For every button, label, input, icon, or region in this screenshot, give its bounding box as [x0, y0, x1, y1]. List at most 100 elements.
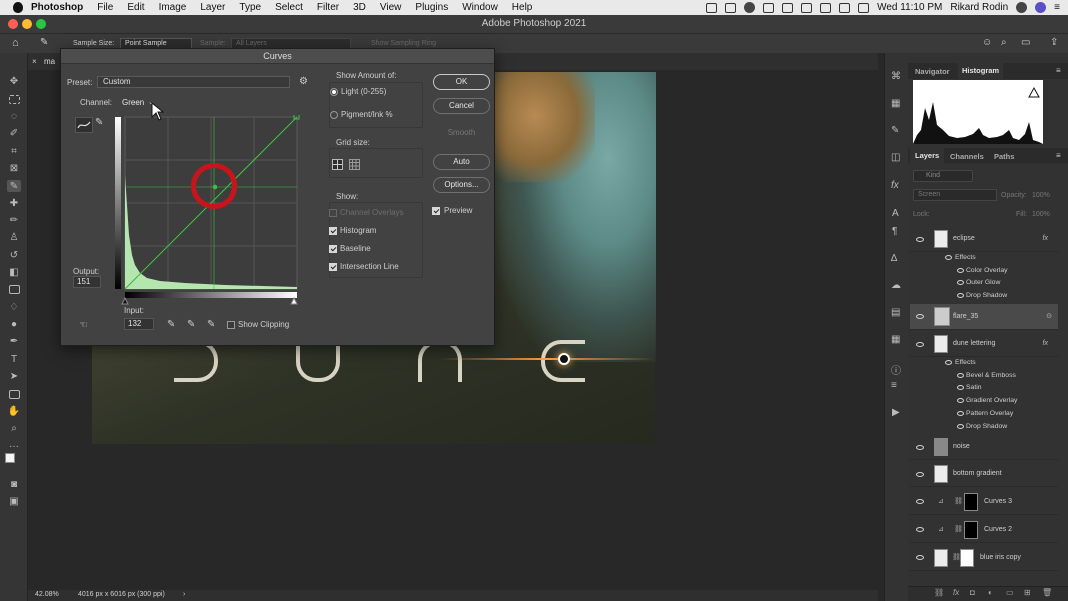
layer-name[interactable]: noise [953, 443, 970, 450]
quick-select-tool-icon[interactable]: ✐ [7, 127, 21, 139]
eyedropper-icon[interactable]: ✎ [40, 37, 48, 48]
rectangle-tool-icon[interactable] [7, 388, 21, 400]
layer-filter-kind[interactable]: Kind [913, 170, 973, 182]
effect-item[interactable]: Gradient Overlay [910, 395, 1058, 408]
effects-eye-icon[interactable] [945, 360, 952, 365]
menu-select[interactable]: Select [275, 2, 303, 13]
black-point-eyedropper-icon[interactable]: ✎ [167, 319, 175, 330]
zoom-window-button[interactable] [36, 19, 46, 29]
effect-eye-icon[interactable] [957, 410, 964, 416]
auto-button[interactable]: Auto [433, 154, 490, 170]
visibility-eye-icon[interactable] [916, 237, 924, 242]
visibility-eye-icon[interactable] [916, 472, 924, 477]
show-clipping-label[interactable]: Show Clipping [238, 320, 289, 329]
pencil-draw-button[interactable]: ✎ [95, 117, 113, 133]
add-mask-icon[interactable]: ◘ [970, 588, 975, 597]
options-button[interactable]: Options... [433, 177, 490, 193]
channel-overlays-checkbox[interactable] [329, 209, 337, 217]
lasso-tool-icon[interactable]: ◌ [7, 110, 21, 122]
layer-row[interactable]: noise [910, 435, 1058, 460]
effects-row[interactable]: Effects [910, 252, 1058, 265]
tab-histogram[interactable]: Histogram [958, 63, 1004, 79]
link-icon[interactable]: ⛓ [954, 525, 963, 533]
swatches-panel-icon[interactable]: ▦ [891, 98, 900, 109]
menu-file[interactable]: File [97, 2, 113, 13]
layer-row[interactable]: flare_35 ⊙ [910, 304, 1058, 330]
visibility-eye-icon[interactable] [916, 314, 924, 319]
menu-type[interactable]: Type [239, 2, 261, 13]
healing-tool-icon[interactable]: ✚ [7, 197, 21, 209]
brush-panel-icon[interactable]: ✎ [891, 125, 899, 136]
menu-app-name[interactable]: Photoshop [31, 2, 83, 13]
channel-overlays-label[interactable]: Channel Overlays [340, 208, 404, 217]
workspace-icon[interactable]: ▭ [1021, 37, 1030, 48]
ok-button[interactable]: OK [433, 74, 490, 90]
layer-row[interactable]: bottom gradient [910, 462, 1058, 487]
menu-plugins[interactable]: Plugins [415, 2, 448, 13]
visibility-eye-icon[interactable] [916, 527, 924, 532]
screen-mode-icon[interactable]: ▣ [7, 495, 21, 507]
home-icon[interactable]: ⌂ [12, 37, 19, 49]
blend-mode-select[interactable]: Screen [913, 189, 997, 201]
quick-mask-icon[interactable]: ◙ [7, 478, 21, 490]
menu-edit[interactable]: Edit [127, 2, 144, 13]
pen-tool-icon[interactable]: ✒ [7, 335, 21, 347]
character-panel-icon[interactable]: A [892, 208, 899, 219]
layer-name[interactable]: blue iris copy [980, 554, 1021, 561]
tab-navigator[interactable]: Navigator [915, 67, 950, 76]
path-select-tool-icon[interactable]: ➤ [7, 370, 21, 382]
styles-panel-icon[interactable]: fx [891, 180, 899, 191]
preview-checkbox[interactable] [432, 207, 440, 215]
opacity-value[interactable]: 100% [1032, 192, 1050, 199]
hand-tool-icon[interactable]: ✋ [7, 405, 21, 417]
dodge-tool-icon[interactable]: ● [7, 318, 21, 330]
effect-eye-icon[interactable] [957, 398, 964, 404]
layer-name[interactable]: dune lettering [953, 340, 995, 347]
add-style-icon[interactable]: fx [953, 588, 959, 597]
clock[interactable]: Wed 11:10 PM [877, 2, 942, 13]
timeline-panel-icon[interactable]: ▤ [891, 307, 900, 318]
new-layer-icon[interactable]: ⊞ [1024, 588, 1031, 597]
stamp-tool-icon[interactable]: ♙ [7, 231, 21, 243]
curve-edit-points-button[interactable] [75, 117, 93, 133]
visibility-eye-icon[interactable] [916, 445, 924, 450]
detailed-grid-button[interactable] [349, 159, 360, 170]
layer-row[interactable]: ⊿ ⛓ Curves 3 [910, 489, 1058, 515]
panel-menu-icon[interactable]: ≡ [1056, 66, 1061, 75]
menu-layer[interactable]: Layer [200, 2, 225, 13]
tab-layers[interactable]: Layers [910, 148, 945, 163]
layer-name[interactable]: Curves 2 [984, 526, 1012, 533]
actions-panel-icon[interactable]: ▶ [892, 407, 900, 418]
curve-graph[interactable] [115, 115, 301, 305]
marquee-tool-icon[interactable] [7, 93, 21, 105]
smooth-button[interactable]: Smooth [433, 126, 490, 142]
layer-row[interactable]: ⛓ blue iris copy [910, 545, 1058, 571]
new-group-icon[interactable]: ▭ [1006, 588, 1014, 597]
layer-name[interactable]: flare_35 [953, 313, 978, 320]
show-clipping-checkbox[interactable] [227, 321, 235, 329]
effect-eye-icon[interactable] [957, 293, 964, 299]
link-layers-icon[interactable]: ⛓ [934, 588, 944, 597]
document-tab[interactable]: ma [44, 57, 55, 66]
share-icon[interactable]: ☺ [982, 37, 992, 48]
search-icon[interactable]: ⌕ [1001, 37, 1007, 48]
histogram-label[interactable]: Histogram [340, 226, 376, 235]
light-radio-label[interactable]: Light (0-255) [341, 87, 386, 96]
effect-item[interactable]: Bevel & Emboss [910, 369, 1058, 383]
pigment-radio[interactable] [330, 111, 338, 119]
show-sampling-ring-label[interactable]: Show Sampling Ring [371, 40, 436, 47]
intersection-line-checkbox[interactable] [329, 263, 337, 271]
dropbox-icon[interactable] [725, 2, 737, 13]
preview-label[interactable]: Preview [444, 206, 472, 215]
frame-tool-icon[interactable]: ⊠ [7, 162, 21, 174]
user-name[interactable]: Rikard Rodin [950, 2, 1008, 13]
tab-channels[interactable]: Channels [950, 152, 984, 161]
effect-item[interactable]: Color Overlay [910, 264, 1058, 278]
fx-icon[interactable]: fx [1043, 235, 1048, 242]
light-radio[interactable] [330, 88, 338, 96]
targeted-adjustment-icon[interactable]: ☜ [79, 320, 88, 331]
effect-eye-icon[interactable] [957, 385, 964, 391]
crop-tool-icon[interactable]: ⌗ [7, 145, 21, 157]
status-icon[interactable] [763, 2, 775, 13]
control-center-icon[interactable]: ≡ [1054, 2, 1060, 13]
